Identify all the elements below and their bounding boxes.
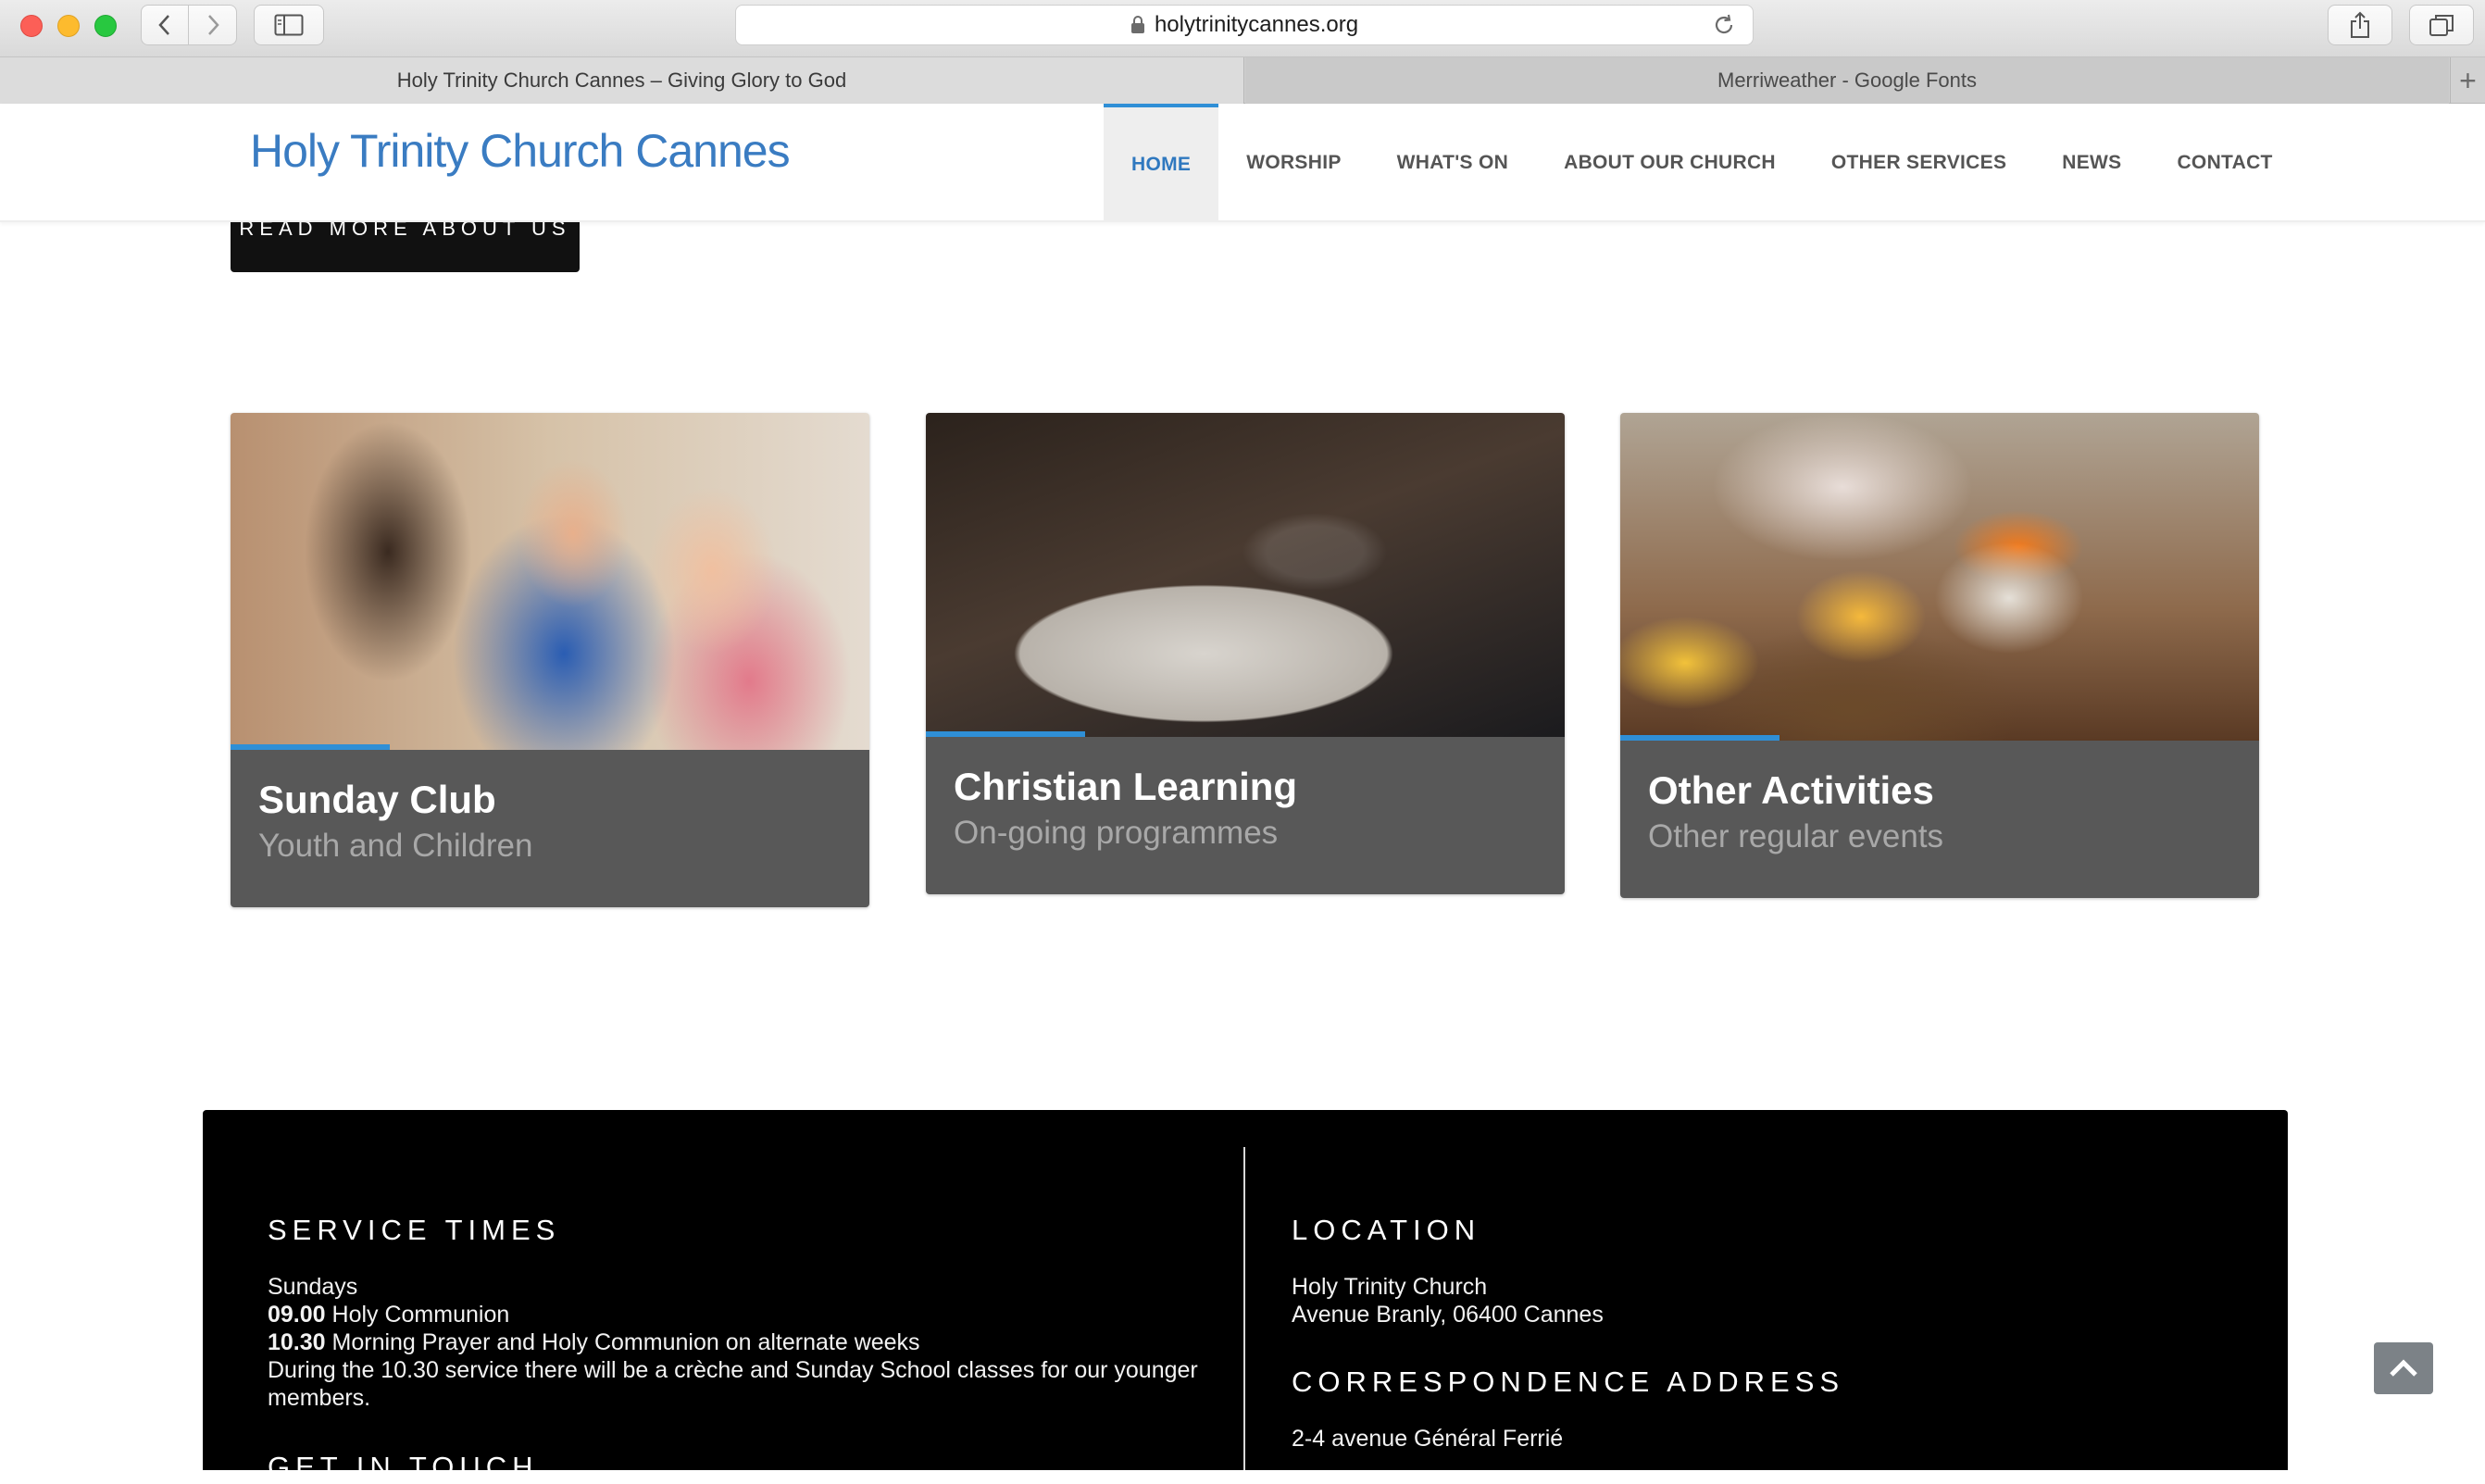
- tab-bar: Holy Trinity Church Cannes – Giving Glor…: [0, 57, 2485, 104]
- card-caption: Other Activities Other regular events: [1620, 735, 2259, 898]
- service-line-1: 09.00 Holy Communion: [268, 1301, 1203, 1328]
- nav-other-services[interactable]: OTHER SERVICES: [1804, 104, 2034, 222]
- browser-tab[interactable]: Merriweather - Google Fonts: [1245, 57, 2449, 104]
- location-column: LOCATION Holy Trinity Church Avenue Bran…: [1292, 1214, 2217, 1453]
- card-title: Other Activities: [1648, 768, 1934, 812]
- tab-title: Holy Trinity Church Cannes – Giving Glor…: [396, 69, 847, 92]
- correspondence-line-1: 2-4 avenue Général Ferrié: [1292, 1426, 1564, 1452]
- service-name-2: Morning Prayer and Holy Communion on alt…: [331, 1329, 920, 1355]
- nav-worship[interactable]: WORSHIP: [1218, 104, 1368, 222]
- browser-titlebar: holytrinitycannes.org: [0, 0, 2485, 57]
- lock-icon: [1130, 16, 1144, 33]
- card-accent-bar: [926, 731, 1085, 737]
- card-subtitle: On-going programmes: [954, 815, 1279, 851]
- get-in-touch-heading: GET IN TOUCH: [268, 1451, 539, 1483]
- share-button[interactable]: [2328, 5, 2392, 45]
- service-line-2: 10.30 Morning Prayer and Holy Communion …: [268, 1328, 1203, 1356]
- window-maximize-button[interactable]: [94, 15, 117, 37]
- card-title: Christian Learning: [954, 765, 1298, 808]
- card-christian-learning[interactable]: Christian Learning On-going programmes: [926, 413, 1565, 894]
- correspondence-heading: CORRESPONDENCE ADDRESS: [1292, 1366, 1845, 1398]
- service-note: During the 10.30 service there will be a…: [268, 1357, 1198, 1411]
- card-image: [926, 413, 1565, 737]
- service-times-heading: SERVICE TIMES: [268, 1214, 561, 1246]
- nav-whats-on[interactable]: WHAT'S ON: [1369, 104, 1536, 222]
- service-day: Sundays: [268, 1274, 358, 1300]
- tab-title: Merriweather - Google Fonts: [1717, 69, 1977, 92]
- card-caption: Christian Learning On-going programmes: [926, 731, 1565, 894]
- card-other-activities[interactable]: Other Activities Other regular events: [1620, 413, 2259, 898]
- plus-icon: +: [2459, 63, 2477, 97]
- share-icon: [2351, 11, 2369, 38]
- new-tab-button[interactable]: +: [2450, 57, 2485, 104]
- show-tabs-button[interactable]: [2409, 5, 2474, 45]
- card-caption: Sunday Club Youth and Children: [231, 744, 869, 907]
- site-logo[interactable]: Holy Trinity Church Cannes: [250, 124, 791, 178]
- scroll-to-top-button[interactable]: [2374, 1342, 2433, 1394]
- chevron-left-icon: [158, 15, 169, 35]
- service-times-text: Sundays 09.00 Holy Communion 10.30 Morni…: [268, 1273, 1203, 1412]
- info-block: SERVICE TIMES Sundays 09.00 Holy Communi…: [203, 1110, 2288, 1483]
- chevron-right-icon: [207, 15, 219, 35]
- location-line-2: Avenue Branly, 06400 Cannes: [1292, 1302, 1604, 1328]
- correspondence-text: 2-4 avenue Général Ferrié: [1292, 1425, 2217, 1453]
- service-time-1: 09.00: [268, 1302, 326, 1328]
- column-divider: [1243, 1147, 1245, 1470]
- service-time-2: 10.30: [268, 1329, 326, 1355]
- card-subtitle: Other regular events: [1648, 818, 1944, 854]
- card-accent-bar: [231, 744, 390, 750]
- sidebar-icon: [274, 14, 304, 36]
- nav-contact[interactable]: CONTACT: [2149, 104, 2300, 222]
- service-name-1: Holy Communion: [331, 1302, 510, 1328]
- card-subtitle: Youth and Children: [258, 828, 533, 864]
- chevron-up-icon: [2390, 1359, 2417, 1377]
- nav-news[interactable]: NEWS: [2034, 104, 2149, 222]
- browser-tab-active[interactable]: Holy Trinity Church Cannes – Giving Glor…: [0, 57, 1244, 104]
- main-nav: HOME WORSHIP WHAT'S ON ABOUT OUR CHURCH …: [1104, 104, 2301, 222]
- location-line-1: Holy Trinity Church: [1292, 1274, 1488, 1300]
- forward-button[interactable]: [189, 5, 237, 45]
- window-close-button[interactable]: [20, 15, 43, 37]
- card-image: [1620, 413, 2259, 741]
- nav-about-our-church[interactable]: ABOUT OUR CHURCH: [1536, 104, 1804, 222]
- service-times-column: SERVICE TIMES Sundays 09.00 Holy Communi…: [268, 1214, 1203, 1484]
- card-accent-bar: [1620, 735, 1779, 741]
- site-header: Holy Trinity Church Cannes HOME WORSHIP …: [0, 104, 2485, 222]
- tabs-icon: [2429, 15, 2454, 36]
- back-button[interactable]: [141, 5, 189, 45]
- address-bar[interactable]: holytrinitycannes.org: [735, 5, 1754, 45]
- nav-home[interactable]: HOME: [1104, 104, 1219, 222]
- card-title: Sunday Club: [258, 778, 496, 821]
- url-text: holytrinitycannes.org: [1154, 12, 1359, 37]
- window-minimize-button[interactable]: [57, 15, 80, 37]
- card-sunday-club[interactable]: Sunday Club Youth and Children: [231, 413, 869, 907]
- location-text: Holy Trinity Church Avenue Branly, 06400…: [1292, 1273, 2217, 1328]
- card-image: [231, 413, 869, 750]
- reload-icon[interactable]: [1712, 13, 1736, 37]
- sidebar-toggle-button[interactable]: [254, 5, 324, 45]
- location-heading: LOCATION: [1292, 1214, 1481, 1246]
